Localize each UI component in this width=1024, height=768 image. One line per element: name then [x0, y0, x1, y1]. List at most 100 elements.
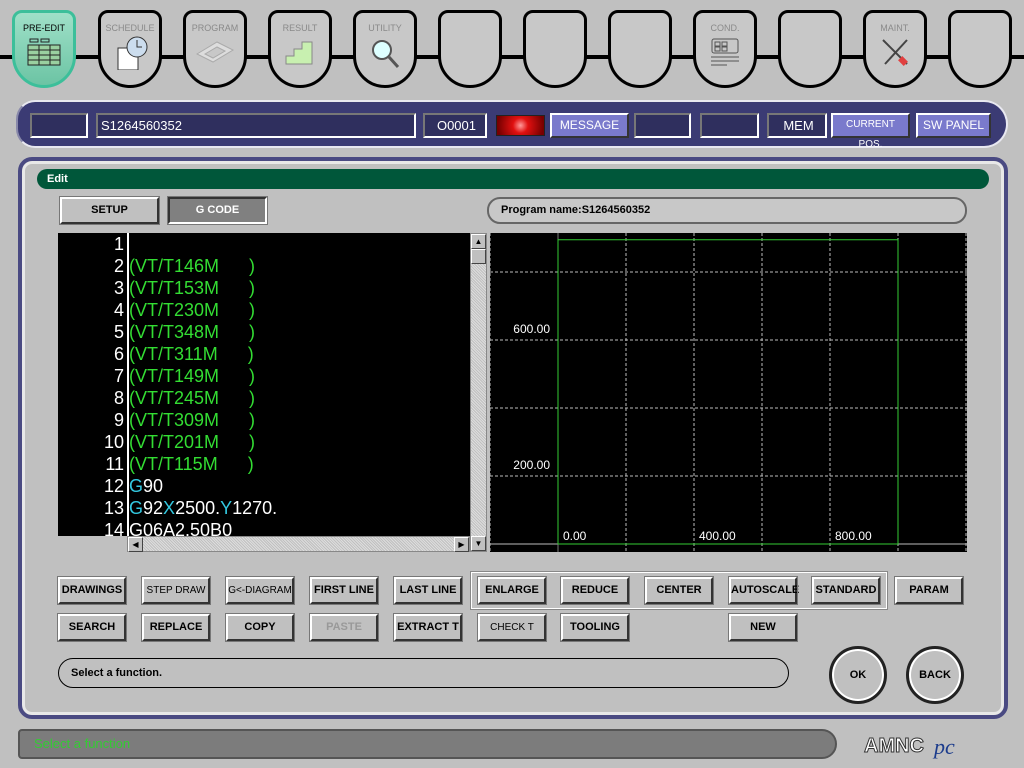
code-line[interactable]: (VT/T348M ) — [129, 321, 470, 343]
o-number-field: O0001 — [423, 113, 487, 138]
line-number: 9 — [113, 410, 124, 430]
step-draw-button[interactable]: STEP DRAW — [141, 576, 211, 605]
last-line-button[interactable]: LAST LINE — [393, 576, 463, 605]
reduce-button[interactable]: REDUCE — [560, 576, 630, 605]
mode-field: MEM — [767, 113, 827, 138]
status-field-2 — [634, 113, 691, 138]
code-token: 90 — [143, 476, 164, 496]
code-line[interactable]: G06A2.50B0 — [129, 519, 470, 536]
code-line[interactable]: (VT/T245M ) — [129, 387, 470, 409]
code-token: (VT/T146M ) — [129, 256, 256, 276]
center-button[interactable]: CENTER — [644, 576, 714, 605]
sw-panel-button[interactable]: SW PANEL — [916, 113, 991, 138]
tab-preedit[interactable]: PRE-EDIT — [12, 10, 76, 88]
line-number: 1 — [113, 234, 124, 254]
amnc-logo: AMNC pc — [864, 734, 956, 759]
x-tick-label: 400.00 — [699, 529, 736, 543]
code-line[interactable]: (VT/T230M ) — [129, 299, 470, 321]
tooling-button[interactable]: TOOLING — [560, 613, 630, 642]
tab-maint[interactable]: MAINT. — [863, 10, 927, 88]
line-numbers: 1 2 3 4 5 6 7 8 9 10 11 12 13 14 — [58, 233, 127, 540]
g-diagram-button[interactable]: G<-DIAGRAM — [225, 576, 295, 605]
code-line[interactable]: (VT/T146M ) — [129, 255, 470, 277]
tab-result[interactable]: RESULT — [268, 10, 332, 88]
code-token: (VT/T309M ) — [129, 410, 256, 430]
sheet-icon — [186, 36, 244, 66]
code-token: (VT/T153M ) — [129, 278, 256, 298]
schedule-clock-icon — [101, 36, 159, 70]
tab-empty-9[interactable] — [778, 10, 842, 88]
ok-button[interactable]: OK — [829, 646, 887, 704]
code-token: X — [163, 498, 176, 518]
tab-program[interactable]: PROGRAM — [183, 10, 247, 88]
line-number: 8 — [113, 388, 124, 408]
line-number: 5 — [113, 322, 124, 342]
tab-label: COND. — [710, 23, 740, 33]
program-number-field: S1264560352 — [96, 113, 416, 138]
line-number: 3 — [113, 278, 124, 298]
stairs-chart-icon — [271, 36, 329, 66]
param-button[interactable]: PARAM — [894, 576, 964, 605]
current-pos-button[interactable]: CURRENT POS. — [831, 113, 910, 150]
y-tick-label: 200.00 — [513, 458, 550, 472]
tab-empty-5[interactable] — [438, 10, 502, 88]
standard-button[interactable]: STANDARD — [811, 576, 881, 605]
alarm-led-icon — [496, 115, 545, 136]
tab-label: SCHEDULE — [105, 23, 155, 33]
line-number: 11 — [105, 454, 124, 474]
code-line[interactable]: G92X2500.Y1270. — [129, 497, 470, 519]
copy-button[interactable]: COPY — [225, 613, 295, 642]
code-token: G06A2.50B0 — [129, 520, 233, 536]
code-token: (VT/T115M ) — [129, 454, 254, 474]
tab-cond[interactable]: COND. — [693, 10, 757, 88]
table-icon — [15, 36, 73, 66]
new-button[interactable]: NEW — [728, 613, 798, 642]
vertical-scrollbar[interactable]: ▲ ▼ — [470, 233, 487, 552]
setup-tab[interactable]: SETUP — [59, 196, 160, 225]
code-line[interactable]: (VT/T311M ) — [129, 343, 470, 365]
status-field-3 — [700, 113, 759, 138]
extract-t-button[interactable]: EXTRACT T — [393, 613, 463, 642]
search-button[interactable]: SEARCH — [57, 613, 127, 642]
code-line[interactable]: G90 — [129, 475, 470, 497]
message-button[interactable]: MESSAGE — [550, 113, 629, 138]
scroll-left-icon[interactable]: ◀ — [128, 537, 143, 552]
line-number: 10 — [103, 432, 124, 452]
gcode-tab[interactable]: G CODE — [167, 196, 268, 225]
panel-title: Edit — [37, 169, 989, 189]
code-line[interactable]: (VT/T309M ) — [129, 409, 470, 431]
code-line[interactable]: (VT/T149M ) — [129, 365, 470, 387]
scroll-right-icon[interactable]: ▶ — [454, 537, 469, 552]
drawings-button[interactable]: DRAWINGS — [57, 576, 127, 605]
horizontal-scrollbar[interactable]: ◀ ▶ — [127, 536, 470, 552]
code-line[interactable]: (VT/T115M ) — [129, 453, 470, 475]
tab-label: RESULT — [282, 23, 318, 33]
code-token: 92 — [143, 498, 164, 518]
line-number: 2 — [113, 256, 124, 276]
scroll-up-icon[interactable]: ▲ — [471, 234, 486, 249]
replace-button[interactable]: REPLACE — [141, 613, 211, 642]
tab-schedule[interactable]: SCHEDULE — [98, 10, 162, 88]
tab-empty-7[interactable] — [608, 10, 672, 88]
tab-utility[interactable]: UTILITY — [353, 10, 417, 88]
tab-empty-11[interactable] — [948, 10, 1012, 88]
code-token: (VT/T230M ) — [129, 300, 256, 320]
code-token: 1270. — [232, 498, 278, 518]
code-line[interactable]: (VT/T201M ) — [129, 431, 470, 453]
enlarge-button[interactable]: ENLARGE — [477, 576, 547, 605]
code-line[interactable] — [129, 233, 470, 255]
scroll-thumb[interactable] — [471, 249, 486, 264]
code-token: (VT/T348M ) — [129, 322, 256, 342]
back-button[interactable]: BACK — [906, 646, 964, 704]
toolpath-plot[interactable]: 0.00 400.00 800.00 200.00 600.00 — [490, 233, 967, 552]
gcode-editor[interactable]: (VT/T146M ) (VT/T153M ) (VT/T230M ) (VT/T34… — [127, 233, 470, 536]
code-token: (VT/T149M ) — [129, 366, 256, 386]
code-line[interactable]: (VT/T153M ) — [129, 277, 470, 299]
scroll-down-icon[interactable]: ▼ — [471, 536, 486, 551]
paste-button[interactable]: PASTE — [309, 613, 379, 642]
first-line-button[interactable]: FIRST LINE — [309, 576, 379, 605]
autoscale-button[interactable]: AUTOSCALE — [728, 576, 799, 605]
code-token: G — [129, 476, 144, 496]
check-t-button[interactable]: CHECK T — [477, 613, 547, 642]
tab-empty-6[interactable] — [523, 10, 587, 88]
